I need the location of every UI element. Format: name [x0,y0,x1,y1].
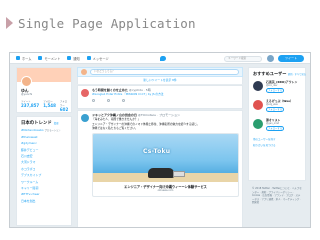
profile-handle[interactable]: @yunchi [21,93,32,96]
lightning-icon [38,56,43,60]
stat-tweets[interactable]: ツイート 237,857 [21,99,39,112]
nav-moments-label: モーメント [44,56,61,61]
tweet-body: #Google1 Enter Entire 「MISSION Cr.CT」by … [92,92,164,96]
mail-icon [86,56,91,60]
nav-messages-label: メッセージ [92,56,109,61]
retweet-icon[interactable] [107,98,110,102]
card-laptop [173,170,185,177]
trends-title: 日本のトレンド 変更 [21,120,67,126]
trend-item[interactable]: #gdymenc [21,141,67,145]
trend-item[interactable]: #ETTv-cheer [21,192,67,196]
stat-followers[interactable]: フォロワー 602 [60,99,68,112]
who-to-follow: おすすめユーザー 更新 · すべて見る 石黒英_(KRO)アウトン @kro_d… [248,67,306,181]
suggestion-item: えるげっぷ（Wes） @erg_wes フォローする [253,99,301,115]
triangle-bullet-icon [6,17,13,29]
top-nav: ホーム モーメント 通知 メッセージ キーワード検索 ツイート [10,53,310,64]
trend-item[interactable]: デブスカイトプ [21,173,67,177]
footer-links[interactable]: © 2018 Twitter · Twitterについて · ヘルプセンター ·… [248,185,306,225]
avatar[interactable] [267,55,274,62]
tweet-button[interactable]: ツイート [278,55,304,62]
nav-notifications[interactable]: 通知 [67,56,80,61]
profile-card: ゆん @yunchi ツイート 237,857 フォロー 1,548 フォロワー 60… [16,67,72,113]
suggestion-item: 源オリスト @gen_orist フォローする [253,118,301,134]
nav-notifications-label: 通知 [73,56,80,61]
trend-item[interactable]: #thelowest [21,135,67,139]
card-text: エンジニア・デザイナー向け沖縄ウィーーン体験サービス okinawa.com [93,182,238,194]
home-icon [16,56,20,60]
stat-following[interactable]: フォロー 1,548 [43,99,56,112]
trend-item[interactable]: 大河ドラマ [21,160,67,164]
trend-item[interactable]: キャリー陸羽 [21,186,67,190]
slide-title-text: Single Page Application [18,15,196,31]
nav-home-label: ホーム [22,56,32,61]
trend-item[interactable]: 藤井デビュー [21,148,67,152]
card-brand: Cs-Toku [143,147,171,155]
stat-label: フォロワー [59,100,68,107]
tweet-handle: @TOmotsou · プロモーション [137,113,181,117]
follow-button[interactable]: フォローする [266,88,284,93]
card-image: Cs-Toku [93,133,238,182]
stat-value: 1,548 [43,103,56,108]
suggestion-handle: @erg_wes [266,103,278,106]
follow-button[interactable]: フォローする [266,107,284,112]
like-icon[interactable] [122,98,125,102]
find-contacts-link[interactable]: 知り合いを見つける [253,143,301,147]
nav-moments[interactable]: モーメント [38,56,60,61]
stat-value: 237,857 [21,103,40,108]
suggestion-handle: @kro_dev [266,84,278,87]
card-person [148,167,174,178]
trend-sub: プロモーション [44,129,61,133]
tweet-avatar[interactable] [81,114,89,122]
find-more-link[interactable]: 他のユーザーを探す [253,137,301,141]
link-card[interactable]: Cs-Toku エンジニア・デザイナー向け沖縄ウィーーン体験サービス okina… [92,132,239,197]
trend-tag: #NintendoLabo [21,128,44,133]
suggestion-avatar[interactable] [253,81,263,91]
stat-value: 602 [59,107,69,112]
tweet-promoted[interactable]: ドキッとアク沖縄ノ山の田舎の日 @TOmotsou · プロモーション 「海をみ… [77,110,243,227]
new-tweets-bar[interactable]: 新しいツイートを表示 8件 [77,77,243,84]
trends-change-link[interactable]: 変更 [54,122,59,125]
suggestion-avatar[interactable] [253,119,263,129]
search-input[interactable]: キーワード検索 [224,55,262,62]
compose-input[interactable]: いまどうしてる？ [90,69,239,75]
who-to-follow-links[interactable]: 更新 · すべて見る [288,73,306,76]
follow-button[interactable]: フォローする [266,126,284,131]
suggestion-avatar[interactable] [253,100,263,110]
who-to-follow-title-text: おすすめユーザー [253,71,287,76]
trend-item[interactable]: 石川吉宏 [21,154,67,158]
profile-avatar[interactable] [21,76,32,87]
bell-icon [67,56,72,60]
trend-item[interactable]: 日本を創出 [21,199,67,203]
compose-box: いまどうしてる？ [77,67,243,77]
trend-item[interactable]: ワークルーム [21,180,67,184]
twitter-bird-icon[interactable] [160,56,166,61]
trends-panel: 日本のトレンド 変更 #NintendoLabo プロモーション #thelowe… [16,116,72,226]
nav-messages[interactable]: メッセージ [86,56,109,61]
nav-home[interactable]: ホーム [16,56,31,61]
slide-title: Single Page Application [6,15,196,31]
trend-item[interactable]: #NintendoLabo プロモーション [21,128,67,132]
tweet-avatar[interactable] [81,89,89,97]
profile-stats: ツイート 237,857 フォロー 1,548 フォロワー 602 [21,99,72,112]
suggestion-handle: @gen_orist [266,122,279,125]
tweet-actions [92,98,239,102]
tweet[interactable]: もう時間を割くのを止めた @cyphdu · 5時 #Google1 Enter… [77,85,243,109]
twitter-screenshot: ホーム モーメント 通知 メッセージ キーワード検索 ツイート ゆん @yunc… [9,52,311,228]
compose-avatar [81,69,87,75]
who-to-follow-title: おすすめユーザー 更新 · すべて見る [253,71,306,77]
reply-icon[interactable] [92,98,95,102]
suggestion-item: 石黒英_(KRO)アウトン @kro_dev フォローする [253,80,301,96]
card-url: okinawa.com [157,188,174,192]
tweet-body-line: 沖縄ではなく私たちもご覧ください。 [92,126,138,131]
trend-item[interactable]: ホコラボコ [21,167,67,171]
trends-title-text: 日本のトレンド [21,121,52,126]
